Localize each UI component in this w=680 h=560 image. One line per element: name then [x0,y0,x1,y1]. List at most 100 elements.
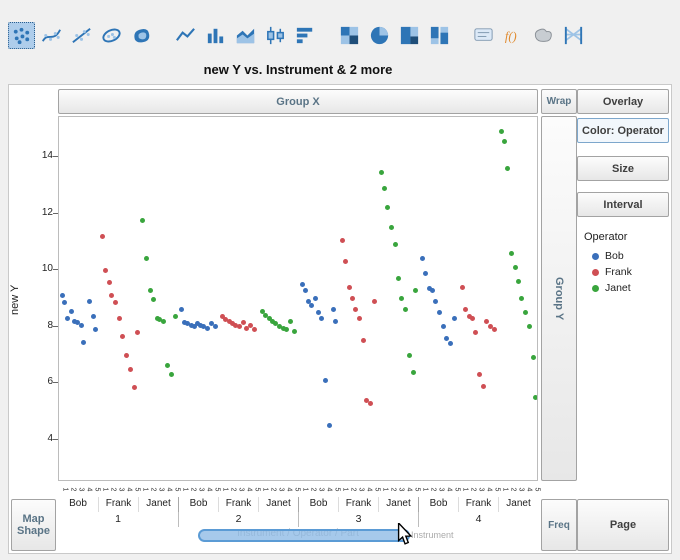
data-point[interactable] [300,282,305,287]
data-point[interactable] [169,372,174,377]
box-plot-icon[interactable] [262,22,289,49]
data-point[interactable] [516,279,521,284]
data-point[interactable] [411,370,416,375]
data-point[interactable] [523,310,528,315]
data-point[interactable] [151,297,156,302]
data-point[interactable] [323,378,328,383]
zone-group-x[interactable]: Group X [58,89,538,114]
legend-item[interactable]: Frank [584,264,672,280]
page-button[interactable]: Page [577,499,669,551]
line-icon[interactable] [172,22,199,49]
data-point[interactable] [382,186,387,191]
data-point[interactable] [303,288,308,293]
data-point[interactable] [292,329,297,334]
data-point[interactable] [357,316,362,321]
data-point[interactable] [128,367,133,372]
data-point[interactable] [477,372,482,377]
data-point[interactable] [437,310,442,315]
data-point[interactable] [161,319,166,324]
data-point[interactable] [124,353,129,358]
data-point[interactable] [81,340,86,345]
data-point[interactable] [463,307,468,312]
caption-box-icon[interactable] [470,22,497,49]
data-point[interactable] [60,293,65,298]
zone-group-y[interactable]: Group Y [541,116,577,481]
axis-drag-handle[interactable] [198,529,410,542]
data-point[interactable] [379,170,384,175]
data-point[interactable] [148,288,153,293]
data-point[interactable] [423,271,428,276]
data-point[interactable] [165,363,170,368]
smoother-icon[interactable] [38,22,65,49]
data-point[interactable] [237,324,242,329]
data-point[interactable] [448,341,453,346]
data-point[interactable] [241,320,246,325]
data-point[interactable] [252,327,257,332]
size-button[interactable]: Size [577,156,669,181]
data-point[interactable] [87,299,92,304]
data-point[interactable] [327,423,332,428]
data-point[interactable] [430,288,435,293]
overlay-button[interactable]: Overlay [577,89,669,114]
data-point[interactable] [213,324,218,329]
data-point[interactable] [372,299,377,304]
data-point[interactable] [79,323,84,328]
data-point[interactable] [107,280,112,285]
data-point[interactable] [179,307,184,312]
data-point[interactable] [481,384,486,389]
data-point[interactable] [441,324,446,329]
interval-button[interactable]: Interval [577,192,669,217]
data-point[interactable] [316,310,321,315]
data-point[interactable] [460,285,465,290]
data-point[interactable] [393,242,398,247]
data-point[interactable] [103,268,108,273]
data-point[interactable] [433,299,438,304]
data-point[interactable] [205,326,210,331]
data-point[interactable] [492,327,497,332]
data-point[interactable] [135,330,140,335]
data-point[interactable] [140,218,145,223]
plot-area[interactable] [58,116,538,481]
data-point[interactable] [361,338,366,343]
data-point[interactable] [509,251,514,256]
data-point[interactable] [502,139,507,144]
heatmap-icon[interactable] [336,22,363,49]
data-point[interactable] [333,319,338,324]
data-point[interactable] [343,259,348,264]
data-point[interactable] [420,256,425,261]
data-point[interactable] [347,285,352,290]
data-point[interactable] [484,319,489,324]
data-point[interactable] [470,316,475,321]
formula-icon[interactable]: f() [500,22,527,49]
data-point[interactable] [65,316,70,321]
data-point[interactable] [62,300,67,305]
data-point[interactable] [100,234,105,239]
data-point[interactable] [69,309,74,314]
data-point[interactable] [499,129,504,134]
mosaic-icon[interactable] [426,22,453,49]
data-point[interactable] [284,327,289,332]
bar-icon[interactable] [202,22,229,49]
parallel-plot-icon[interactable] [560,22,587,49]
data-point[interactable] [132,385,137,390]
data-point[interactable] [389,225,394,230]
data-point[interactable] [513,265,518,270]
treemap-icon[interactable] [396,22,423,49]
data-point[interactable] [353,307,358,312]
legend-item[interactable]: Janet [584,280,672,296]
data-point[interactable] [319,316,324,321]
data-point[interactable] [109,293,114,298]
points-icon[interactable] [8,22,35,49]
legend-item[interactable]: Bob [584,248,672,264]
data-point[interactable] [93,327,98,332]
data-point[interactable] [396,276,401,281]
color-button[interactable]: Color: Operator [577,118,669,143]
data-point[interactable] [173,314,178,319]
data-point[interactable] [113,300,118,305]
data-point[interactable] [117,316,122,321]
data-point[interactable] [399,296,404,301]
data-point[interactable] [533,395,538,400]
data-point[interactable] [473,330,478,335]
data-point[interactable] [368,401,373,406]
data-point[interactable] [505,166,510,171]
